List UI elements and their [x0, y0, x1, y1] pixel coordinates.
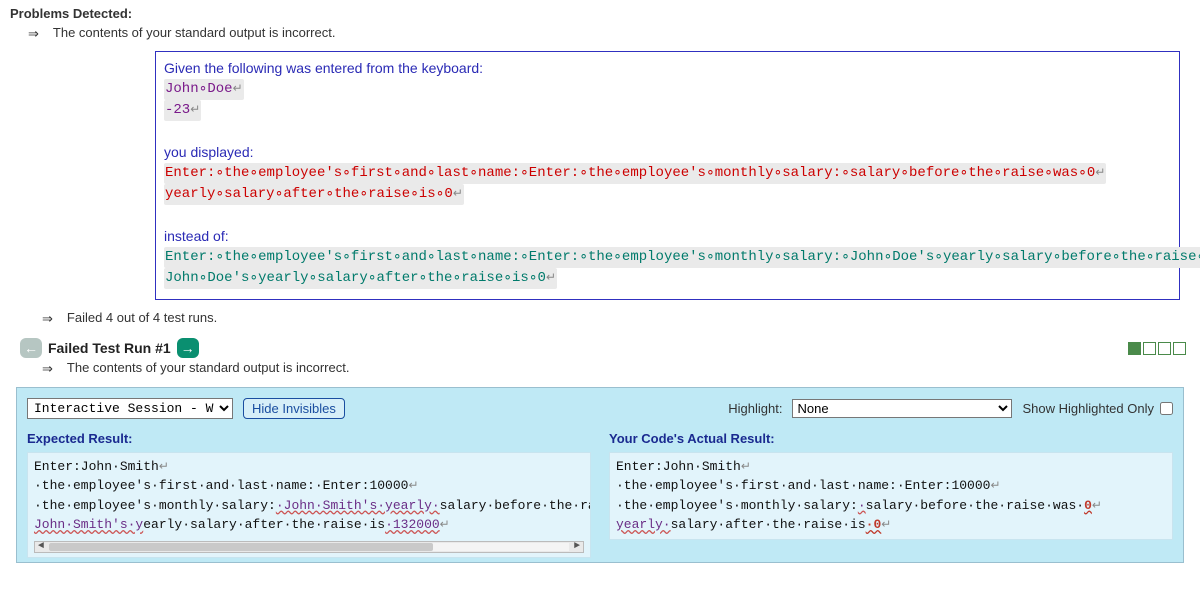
expected-output: Enter:John·Smith↵ ·the·employee's·first·… [27, 452, 591, 558]
test-status-square[interactable] [1158, 342, 1171, 355]
kb-input-line: -23↵ [164, 100, 1171, 121]
horizontal-scrollbar[interactable]: ◄ ► [34, 541, 584, 553]
diagnostic-box: Given the following was entered from the… [155, 51, 1180, 300]
problem-text: The contents of your standard output is … [67, 360, 350, 375]
highlight-label: Highlight: [728, 401, 782, 416]
given-label: Given the following was entered from the… [164, 58, 1171, 79]
scroll-left-icon[interactable]: ◄ [38, 539, 44, 554]
actual-output: Enter:John·Smith↵ ·the·employee's·first·… [609, 452, 1173, 540]
highlight-select[interactable]: None [792, 399, 1012, 418]
bullet-arrow-icon: ⇒ [28, 25, 39, 43]
problem-text: Failed 4 out of 4 test runs. [67, 310, 217, 325]
bullet-arrow-icon: ⇒ [42, 360, 53, 378]
test-status-square[interactable] [1128, 342, 1141, 355]
problems-heading: Problems Detected: [10, 6, 1190, 21]
test-status-square[interactable] [1143, 342, 1156, 355]
instead-label: instead of: [164, 226, 1171, 247]
problem-item: ⇒ Failed 4 out of 4 test runs. [42, 310, 1190, 328]
test-run-subtext: ⇒ The contents of your standard output i… [42, 360, 1190, 378]
problem-item: ⇒ The contents of your standard output i… [28, 25, 1190, 43]
session-select[interactable]: Interactive Session - W [27, 398, 233, 419]
bullet-arrow-icon: ⇒ [42, 310, 53, 328]
kb-input-line: John∘Doe↵ [164, 79, 1171, 100]
next-test-button[interactable]: → [177, 338, 199, 358]
displayed-line: yearly∘salary∘after∘the∘raise∘is∘0↵ [164, 184, 1171, 205]
scroll-right-icon[interactable]: ► [574, 539, 580, 554]
results-panel: Interactive Session - W Hide Invisibles … [16, 387, 1184, 563]
hide-invisibles-button[interactable]: Hide Invisibles [243, 398, 345, 419]
test-status-square[interactable] [1173, 342, 1186, 355]
test-run-header: ← Failed Test Run #1 → [20, 338, 1190, 358]
panel-controls: Interactive Session - W Hide Invisibles … [27, 398, 1173, 419]
show-highlighted-only-label: Show Highlighted Only [1022, 401, 1173, 416]
prev-test-button[interactable]: ← [20, 338, 42, 358]
show-highlighted-only-checkbox[interactable] [1160, 402, 1173, 415]
test-status-indicators [1128, 342, 1186, 355]
test-run-title: Failed Test Run #1 [48, 340, 171, 356]
expected-column: Expected Result: Enter:John·Smith↵ ·the·… [27, 431, 591, 558]
actual-column: Your Code's Actual Result: Enter:John·Sm… [609, 431, 1173, 558]
actual-title: Your Code's Actual Result: [609, 431, 1173, 446]
expected-title: Expected Result: [27, 431, 591, 446]
displayed-line: Enter:∘the∘employee's∘first∘and∘last∘nam… [164, 163, 1171, 184]
expected-line: Enter:∘the∘employee's∘first∘and∘last∘nam… [164, 247, 1171, 268]
you-displayed-label: you displayed: [164, 142, 1171, 163]
problem-text: The contents of your standard output is … [53, 25, 336, 40]
expected-line: John∘Doe's∘yearly∘salary∘after∘the∘raise… [164, 268, 1171, 289]
